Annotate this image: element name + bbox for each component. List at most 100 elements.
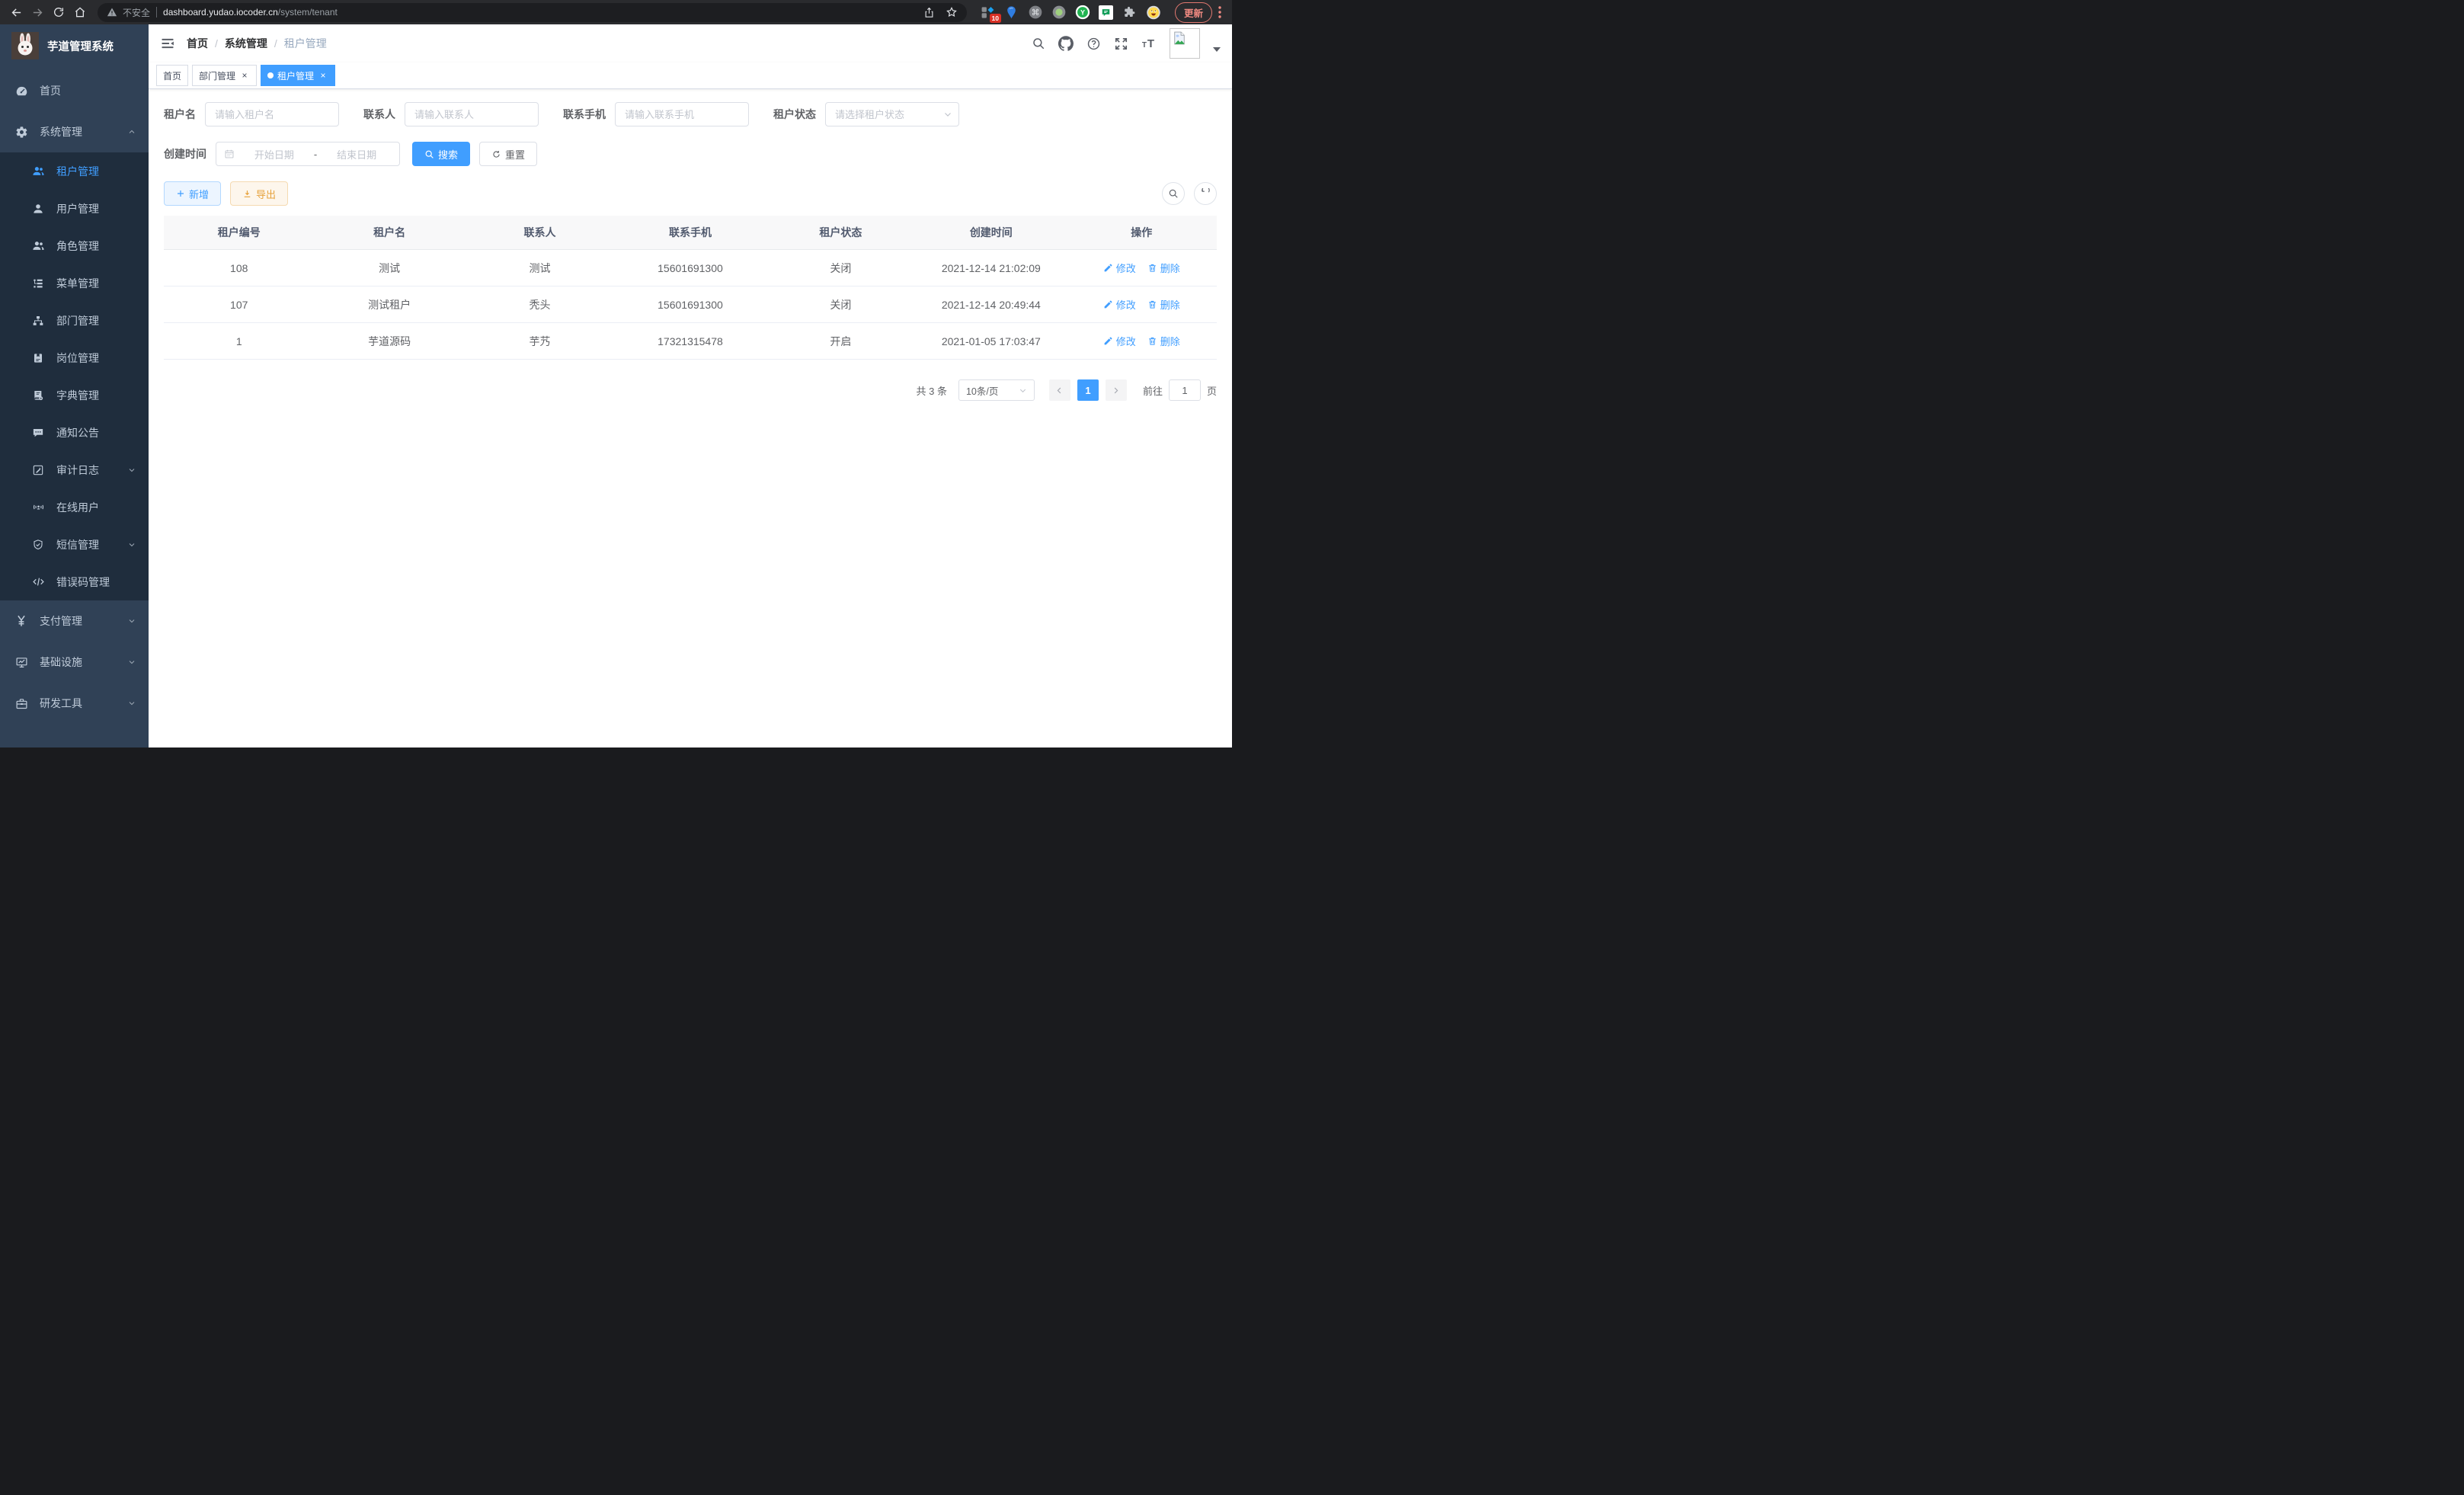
github-icon[interactable] bbox=[1058, 36, 1074, 51]
cell-name: 测试 bbox=[314, 250, 464, 287]
sidebar-toggle-icon[interactable] bbox=[160, 36, 175, 51]
prev-page-button[interactable] bbox=[1049, 379, 1070, 401]
sidebar-item-dict-management[interactable]: 字典管理 bbox=[0, 376, 149, 414]
sidebar-item-label: 系统管理 bbox=[40, 124, 82, 139]
sidebar-item-notice[interactable]: 通知公告 bbox=[0, 414, 149, 451]
chevron-down-icon bbox=[127, 466, 136, 475]
delete-button[interactable]: 删除 bbox=[1147, 334, 1180, 348]
next-page-button[interactable] bbox=[1106, 379, 1127, 401]
column-header: 租户编号 bbox=[164, 216, 314, 250]
edit-button[interactable]: 修改 bbox=[1103, 261, 1136, 275]
extension-puzzle-icon[interactable] bbox=[1122, 5, 1138, 20]
toggle-search-button[interactable] bbox=[1162, 182, 1185, 205]
forward-icon[interactable] bbox=[27, 2, 47, 22]
sidebar-item-system-management[interactable]: 系统管理 bbox=[0, 111, 149, 152]
sidebar-item-sms-management[interactable]: 短信管理 bbox=[0, 526, 149, 563]
update-button[interactable]: 更新 bbox=[1175, 2, 1212, 23]
breadcrumb-system[interactable]: 系统管理 bbox=[225, 36, 267, 51]
sidebar-item-menu-management[interactable]: 菜单管理 bbox=[0, 264, 149, 302]
extensions-row: 10 ⌘ Y bbox=[974, 5, 1167, 20]
close-icon[interactable]: × bbox=[318, 70, 328, 81]
sidebar-item-error-code-management[interactable]: 错误码管理 bbox=[0, 563, 149, 600]
column-header: 租户状态 bbox=[766, 216, 916, 250]
breadcrumb-separator: / bbox=[274, 37, 277, 50]
tab-tenant-management[interactable]: 租户管理× bbox=[261, 65, 335, 86]
extension-yudao-icon[interactable]: Y bbox=[1075, 5, 1090, 20]
refresh-button[interactable] bbox=[1194, 182, 1217, 205]
delete-button[interactable]: 删除 bbox=[1147, 261, 1180, 275]
gear-icon bbox=[14, 126, 28, 139]
security-label[interactable]: 不安全 bbox=[123, 6, 150, 19]
goto-page-input[interactable] bbox=[1169, 379, 1201, 401]
date-range-picker[interactable]: 开始日期 - 结束日期 bbox=[216, 142, 400, 166]
date-start-placeholder: 开始日期 bbox=[239, 147, 309, 162]
tenant-status-select[interactable] bbox=[825, 102, 959, 126]
sidebar-item-dev-tools[interactable]: 研发工具 bbox=[0, 683, 149, 724]
extension-green-dot-icon[interactable] bbox=[1051, 5, 1067, 20]
warning-icon[interactable] bbox=[107, 7, 117, 18]
extension-pin-icon[interactable] bbox=[1004, 5, 1019, 20]
badge-icon bbox=[31, 352, 45, 364]
extension-chat-icon[interactable] bbox=[1099, 5, 1114, 20]
sidebar-item-role-management[interactable]: 角色管理 bbox=[0, 227, 149, 264]
help-icon[interactable] bbox=[1086, 37, 1101, 51]
sidebar-item-label: 首页 bbox=[40, 83, 61, 98]
sidebar-item-dept-management[interactable]: 部门管理 bbox=[0, 302, 149, 339]
address-bar[interactable]: 不安全 dashboard.yudao.iocoder.cn/system/te… bbox=[98, 3, 967, 22]
extension-emoji-icon[interactable] bbox=[1146, 5, 1161, 20]
tenant-name-input[interactable] bbox=[205, 102, 339, 126]
reset-button[interactable]: 重置 bbox=[479, 142, 537, 166]
tab-home[interactable]: 首页 bbox=[156, 65, 188, 86]
sidebar-item-user-management[interactable]: 用户管理 bbox=[0, 190, 149, 227]
goto-label: 前往 bbox=[1143, 383, 1163, 398]
page-size-select[interactable]: 10条/页 bbox=[958, 379, 1035, 401]
page-1-button[interactable]: 1 bbox=[1077, 379, 1099, 401]
edit-button[interactable]: 修改 bbox=[1103, 334, 1136, 348]
back-icon[interactable] bbox=[6, 2, 26, 22]
font-size-icon[interactable]: TT bbox=[1141, 36, 1157, 51]
breadcrumb-home[interactable]: 首页 bbox=[187, 36, 208, 51]
tab-dept-management[interactable]: 部门管理× bbox=[192, 65, 257, 86]
share-icon[interactable] bbox=[923, 7, 935, 18]
sidebar-item-audit-log[interactable]: 审计日志 bbox=[0, 451, 149, 488]
sidebar-item-payment-management[interactable]: 支付管理 bbox=[0, 600, 149, 642]
tenant-status-label: 租户状态 bbox=[773, 107, 816, 122]
extension-command-icon[interactable]: ⌘ bbox=[1028, 5, 1043, 20]
home-icon[interactable] bbox=[70, 2, 90, 22]
total-count: 共 3 条 bbox=[917, 383, 947, 398]
fullscreen-icon[interactable] bbox=[1114, 37, 1128, 51]
close-icon[interactable]: × bbox=[239, 70, 250, 81]
header-search-icon[interactable] bbox=[1032, 37, 1045, 50]
cell-actions: 修改删除 bbox=[1067, 250, 1217, 287]
browser-toolbar: 不安全 dashboard.yudao.iocoder.cn/system/te… bbox=[0, 0, 1232, 24]
log-icon bbox=[31, 464, 45, 476]
search-button[interactable]: 搜索 bbox=[412, 142, 470, 166]
browser-menu-kebab-icon[interactable] bbox=[1218, 6, 1221, 18]
tags-bar: 首页部门管理×租户管理× bbox=[149, 62, 1232, 89]
user-avatar[interactable] bbox=[1170, 28, 1200, 59]
shield-icon bbox=[31, 539, 45, 551]
add-button[interactable]: 新增 bbox=[164, 181, 221, 206]
delete-button[interactable]: 删除 bbox=[1147, 297, 1180, 312]
sidebar-item-tenant-management[interactable]: 租户管理 bbox=[0, 152, 149, 190]
avatar-dropdown-caret-icon[interactable] bbox=[1213, 47, 1221, 52]
mobile-input[interactable] bbox=[615, 102, 749, 126]
sidebar-item-online-users[interactable]: 在线用户 bbox=[0, 488, 149, 526]
sidebar-item-post-management[interactable]: 岗位管理 bbox=[0, 339, 149, 376]
contact-input[interactable] bbox=[405, 102, 539, 126]
app-logo[interactable]: 芋道管理系统 bbox=[0, 24, 149, 67]
dashboard-icon bbox=[14, 85, 28, 98]
bookmark-star-icon[interactable] bbox=[946, 6, 958, 18]
export-button[interactable]: 导出 bbox=[230, 181, 288, 206]
extension-grid-icon[interactable]: 10 bbox=[981, 5, 996, 20]
breadcrumb-current: 租户管理 bbox=[284, 36, 327, 51]
table-row: 108测试测试15601691300关闭2021-12-14 21:02:09修… bbox=[164, 250, 1217, 287]
sidebar-item-home[interactable]: 首页 bbox=[0, 70, 149, 111]
sidebar-item-infrastructure[interactable]: 基础设施 bbox=[0, 642, 149, 683]
users-icon bbox=[31, 239, 45, 252]
user-icon bbox=[31, 203, 45, 215]
reload-icon[interactable] bbox=[49, 2, 69, 22]
users-icon bbox=[31, 165, 45, 178]
edit-button[interactable]: 修改 bbox=[1103, 297, 1136, 312]
cell-status: 开启 bbox=[766, 323, 916, 360]
